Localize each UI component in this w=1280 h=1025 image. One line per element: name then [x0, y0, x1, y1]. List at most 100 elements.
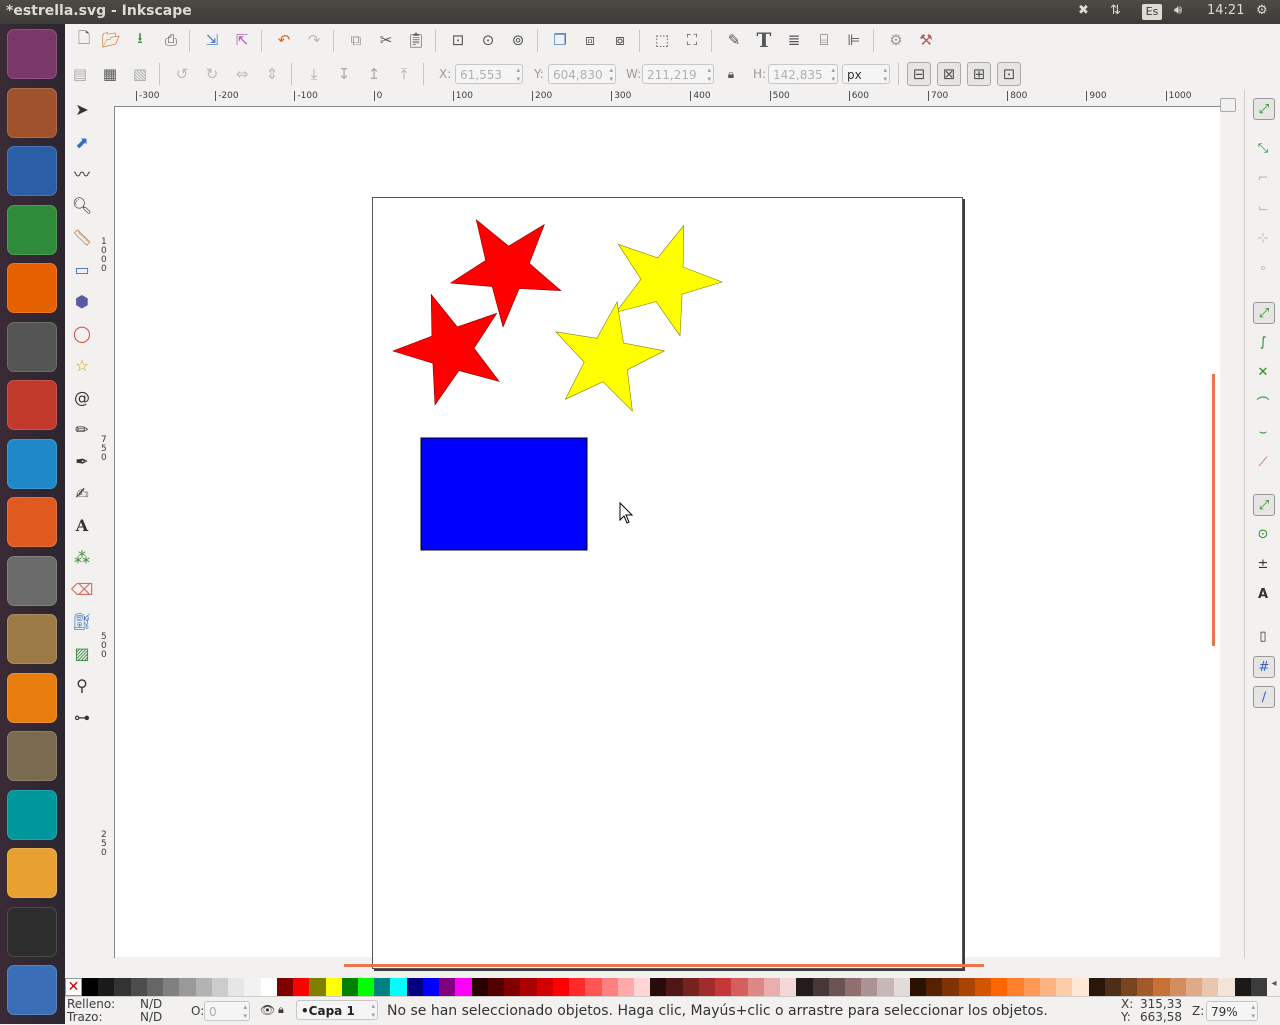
color-swatch[interactable] — [1056, 978, 1073, 996]
color-swatch[interactable] — [455, 978, 472, 996]
color-swatch[interactable] — [130, 978, 147, 996]
snap-page-border-icon[interactable]: ▯ — [1253, 626, 1273, 646]
current-layer-select[interactable]: •Capa 1 — [296, 1000, 378, 1020]
color-swatch[interactable] — [390, 978, 407, 996]
layer-lock-icon[interactable]: 🔒︎ — [278, 1003, 284, 1017]
snap-others-icon[interactable]: ⤢ — [1253, 494, 1275, 516]
color-swatch[interactable] — [861, 978, 878, 996]
color-swatch[interactable] — [211, 978, 229, 996]
color-swatch[interactable] — [146, 978, 164, 996]
color-swatch[interactable] — [471, 978, 488, 996]
snap-nodes-icon[interactable]: ⤢ — [1253, 302, 1275, 324]
color-swatch[interactable] — [487, 978, 505, 996]
yellow-star-2[interactable] — [554, 300, 666, 412]
color-swatch[interactable] — [1088, 978, 1105, 996]
color-swatch[interactable] — [1007, 978, 1024, 996]
color-swatch[interactable] — [163, 978, 180, 996]
color-swatch[interactable] — [374, 978, 391, 996]
snap-bbox-corners-icon[interactable]: ⌙ — [1253, 198, 1273, 218]
color-swatch[interactable] — [260, 978, 277, 996]
color-swatch[interactable] — [276, 978, 294, 996]
color-swatch[interactable] — [845, 978, 862, 996]
palette-scroll-icon[interactable]: ◂ — [1268, 978, 1280, 996]
color-swatch[interactable] — [682, 978, 699, 996]
snap-guides-icon[interactable]: ∕ — [1253, 686, 1275, 708]
color-swatch[interactable] — [422, 978, 440, 996]
blue-rectangle[interactable] — [420, 437, 588, 551]
color-swatch[interactable] — [1169, 978, 1186, 996]
snap-paths-icon[interactable]: ∫ — [1253, 332, 1273, 352]
fill-value[interactable]: N/D — [140, 997, 162, 1011]
color-swatch[interactable] — [731, 978, 748, 996]
color-swatch[interactable] — [763, 978, 781, 996]
snap-line-midpoints-icon[interactable]: ⟋ — [1253, 452, 1273, 472]
color-swatch[interactable] — [585, 978, 602, 996]
horizontal-scrollbar[interactable] — [344, 964, 984, 967]
color-swatch[interactable] — [228, 978, 245, 996]
color-swatch[interactable] — [926, 978, 943, 996]
color-swatch[interactable] — [942, 978, 959, 996]
color-swatch[interactable] — [617, 978, 634, 996]
color-swatch[interactable] — [1218, 978, 1235, 996]
color-swatch[interactable] — [82, 978, 99, 996]
no-paint-swatch-icon[interactable]: ✕ — [65, 978, 82, 996]
color-swatch[interactable] — [569, 978, 586, 996]
color-swatch[interactable] — [666, 978, 683, 996]
color-swatch[interactable] — [1072, 978, 1089, 996]
stroke-value[interactable]: N/D — [140, 1010, 162, 1024]
color-swatch[interactable] — [1023, 978, 1040, 996]
color-swatch[interactable] — [1234, 978, 1251, 996]
color-swatch[interactable] — [195, 978, 212, 996]
color-swatch[interactable] — [309, 978, 326, 996]
color-swatch[interactable] — [244, 978, 261, 996]
snap-enable-icon[interactable]: ⤢ — [1253, 98, 1275, 120]
color-swatch[interactable] — [293, 978, 310, 996]
red-star-1[interactable] — [449, 219, 562, 328]
color-swatch[interactable] — [1250, 978, 1268, 996]
color-swatch[interactable] — [601, 978, 618, 996]
vertical-scrollbar-area[interactable] — [1212, 90, 1244, 958]
color-swatch[interactable] — [357, 978, 375, 996]
color-swatch[interactable] — [406, 978, 423, 996]
snap-bbox-edges-icon[interactable]: ⌐ — [1253, 168, 1273, 188]
snap-smooth-nodes-icon[interactable]: ⌣ — [1253, 422, 1273, 442]
snap-cusp-nodes-icon[interactable]: ⌒ — [1253, 392, 1273, 412]
red-star-2[interactable] — [392, 293, 500, 406]
color-swatch[interactable] — [698, 978, 716, 996]
color-swatch[interactable] — [958, 978, 975, 996]
color-swatch[interactable] — [520, 978, 537, 996]
color-swatch[interactable] — [98, 978, 115, 996]
color-swatch[interactable] — [1121, 978, 1138, 996]
zoom-field[interactable]: 79% — [1206, 1001, 1258, 1021]
snap-intersections-icon[interactable]: ✕ — [1253, 362, 1273, 382]
snap-bbox-icon[interactable]: ⤡ — [1253, 138, 1273, 158]
color-swatch[interactable] — [780, 978, 797, 996]
color-swatch[interactable] — [179, 978, 196, 996]
color-swatch[interactable] — [536, 978, 553, 996]
color-swatch[interactable] — [909, 978, 927, 996]
color-swatch[interactable] — [341, 978, 358, 996]
color-swatch[interactable] — [828, 978, 846, 996]
color-swatch[interactable] — [893, 978, 910, 996]
opacity-field[interactable]: 0 — [204, 1001, 250, 1021]
color-swatch[interactable] — [812, 978, 829, 996]
color-swatch[interactable] — [504, 978, 521, 996]
color-swatch[interactable] — [552, 978, 570, 996]
color-swatch[interactable] — [974, 978, 992, 996]
snap-bbox-midpoints-icon[interactable]: ⊹ — [1253, 228, 1273, 248]
color-swatch[interactable] — [796, 978, 813, 996]
layer-visibility-icon[interactable]: 👁︎ — [260, 1003, 275, 1017]
color-swatch[interactable] — [633, 978, 651, 996]
snap-rotation-centers-icon[interactable]: ± — [1253, 554, 1273, 574]
color-swatch[interactable] — [325, 978, 342, 996]
color-swatch[interactable] — [1153, 978, 1170, 996]
color-swatch[interactable] — [715, 978, 732, 996]
snap-object-centers-icon[interactable]: ⊙ — [1253, 524, 1273, 544]
color-swatch[interactable] — [1039, 978, 1057, 996]
yellow-star-1[interactable] — [615, 224, 723, 337]
color-swatch[interactable] — [439, 978, 456, 996]
snap-grids-icon[interactable]: # — [1253, 656, 1275, 678]
color-swatch[interactable] — [1185, 978, 1203, 996]
color-swatch[interactable] — [1202, 978, 1219, 996]
color-swatch[interactable] — [1104, 978, 1121, 996]
